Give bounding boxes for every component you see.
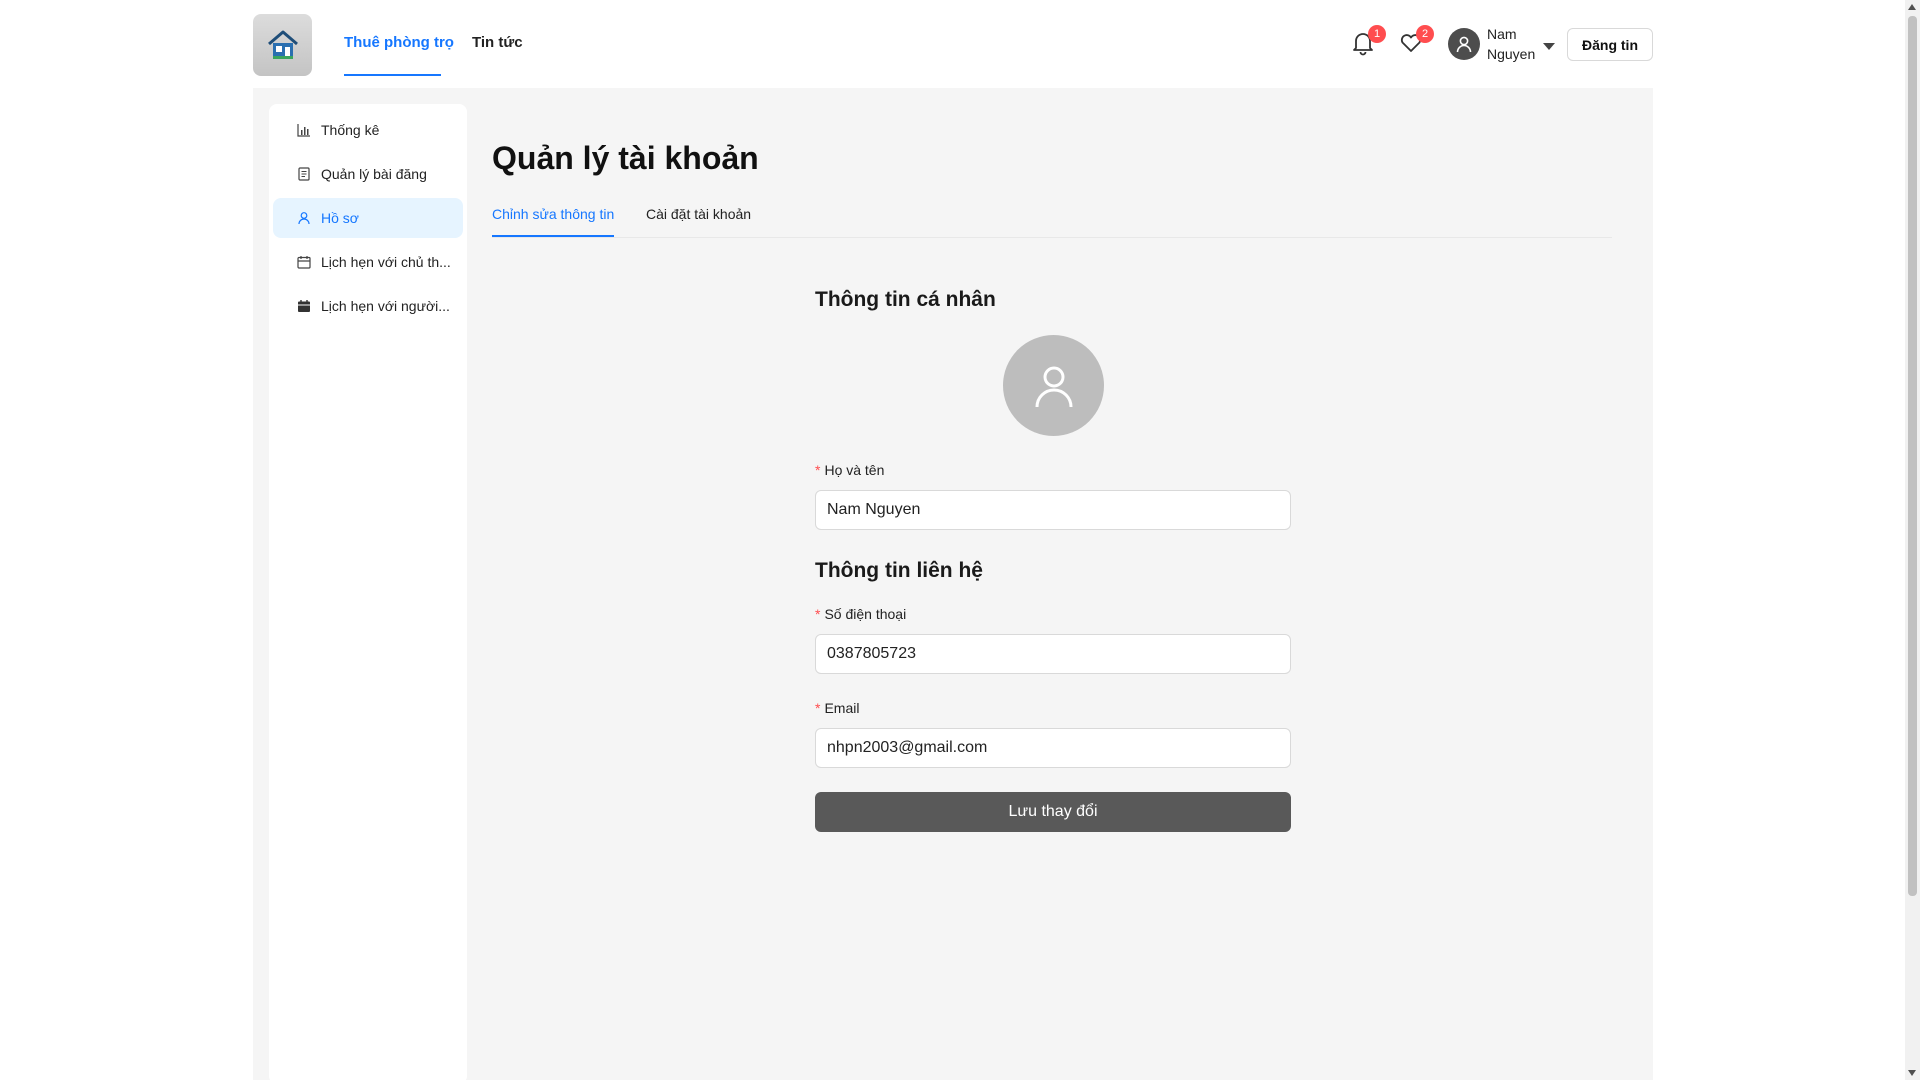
scroll-down-arrow-icon[interactable] [1908, 1070, 1916, 1076]
profile-avatar[interactable] [1003, 335, 1104, 436]
page-title: Quản lý tài khoản [492, 140, 759, 176]
user-icon [1456, 36, 1472, 53]
scroll-thumb[interactable] [1908, 16, 1917, 896]
tab-account-settings[interactable]: Cài đặt tài khoản [646, 206, 751, 222]
sidebar-item-label: Lịch hẹn với người... [321, 298, 450, 314]
notification-button[interactable]: 1 [1350, 25, 1386, 56]
document-icon [297, 167, 311, 181]
personal-info-heading: Thông tin cá nhân [815, 288, 996, 311]
sidebar-item-statistics[interactable]: Thống kê [273, 110, 463, 150]
user-icon [297, 211, 311, 225]
sidebar-item-label: Thống kê [321, 122, 380, 138]
required-marker: * [815, 606, 821, 622]
required-marker: * [815, 462, 821, 478]
user-name[interactable]: Nam Nguyen [1487, 24, 1547, 64]
sidebar-item-label: Lịch hẹn với chủ th... [321, 254, 451, 270]
phone-label: * Số điện thoại [815, 606, 907, 622]
bar-chart-icon [297, 123, 311, 137]
house-logo[interactable] [253, 14, 312, 76]
favorites-count-badge: 2 [1416, 25, 1434, 43]
sidebar-item-tenant-appointments[interactable]: Lịch hẹn với người... [273, 286, 463, 326]
full-name-label: * Họ và tên [815, 462, 885, 478]
notification-count-badge: 1 [1368, 25, 1386, 43]
tabs-divider [492, 237, 1612, 238]
sidebar-item-landlord-appointments[interactable]: Lịch hẹn với chủ th... [273, 242, 463, 282]
house-logo-icon [267, 30, 298, 59]
sidebar-item-manage-posts[interactable]: Quản lý bài đăng [273, 154, 463, 194]
nav-active-indicator [344, 74, 441, 76]
scrollbar[interactable] [1905, 0, 1920, 1080]
calendar-icon [297, 255, 311, 269]
phone-input[interactable] [815, 634, 1291, 674]
post-listing-button[interactable]: Đăng tin [1567, 28, 1653, 61]
save-changes-button[interactable]: Lưu thay đổi [815, 792, 1291, 832]
required-marker: * [815, 700, 821, 716]
top-header: Thuê phòng trọ Tin tức 1 2 Nam Nguyen Đă… [0, 0, 1900, 88]
favorites-button[interactable]: 2 [1398, 25, 1434, 56]
chevron-down-icon[interactable] [1543, 38, 1555, 56]
nav-tab-rent[interactable]: Thuê phòng trọ [344, 34, 454, 51]
main-content: Thống kê Quản lý bài đăng Hồ sơ Lịch hẹn… [253, 88, 1653, 1084]
user-avatar[interactable] [1448, 28, 1480, 60]
nav-tab-news[interactable]: Tin tức [472, 34, 523, 51]
sidebar-item-profile[interactable]: Hồ sơ [273, 198, 463, 238]
sidebar-item-label: Hồ sơ [321, 210, 359, 226]
tab-active-indicator [492, 235, 614, 237]
scroll-up-arrow-icon[interactable] [1908, 4, 1916, 10]
user-icon [1035, 366, 1072, 407]
email-label: * Email [815, 700, 860, 716]
full-name-input[interactable] [815, 490, 1291, 530]
contact-info-heading: Thông tin liên hệ [815, 559, 983, 582]
sidebar: Thống kê Quản lý bài đăng Hồ sơ Lịch hẹn… [269, 104, 467, 1084]
tab-edit-info[interactable]: Chỉnh sửa thông tin [492, 206, 614, 222]
email-input[interactable] [815, 728, 1291, 768]
sidebar-item-label: Quản lý bài đăng [321, 166, 427, 182]
calendar-filled-icon [297, 299, 311, 313]
